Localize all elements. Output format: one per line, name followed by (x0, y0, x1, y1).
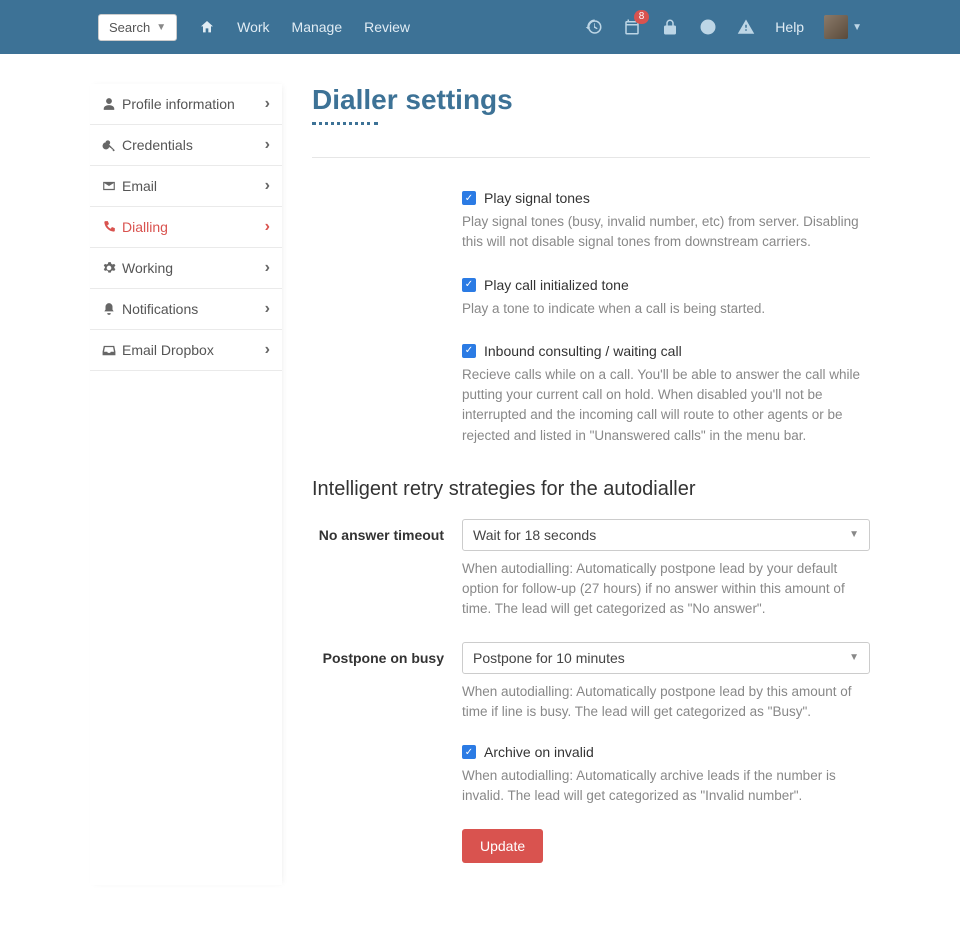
sidebar-item-label: Credentials (122, 137, 193, 153)
inbox-icon (102, 343, 122, 357)
help-text: When autodialling: Automatically postpon… (462, 559, 870, 620)
row-submit: Update (312, 829, 870, 863)
checkbox-label: Inbound consulting / waiting call (484, 343, 682, 359)
caret-down-icon: ▼ (156, 22, 166, 33)
chevron-right-icon: › (265, 136, 270, 154)
sidebar-item-dialling[interactable]: Dialling › (90, 207, 282, 248)
chevron-right-icon: › (265, 177, 270, 195)
select-value: Postpone for 10 minutes (473, 650, 625, 666)
help-text: When autodialling: Automatically archive… (462, 766, 870, 807)
avatar (824, 15, 848, 39)
search-label: Search (109, 20, 150, 35)
bell-icon (102, 302, 122, 316)
sidebar-item-label: Working (122, 260, 173, 276)
sidebar-item-profile[interactable]: Profile information › (90, 84, 282, 125)
help-text: When autodialling: Automatically postpon… (462, 682, 870, 723)
clock-icon[interactable] (699, 18, 717, 36)
secondary-nav: 8 Help ▼ (585, 15, 862, 39)
home-icon[interactable] (199, 19, 215, 35)
nav-review[interactable]: Review (364, 19, 410, 35)
checkbox-archive-invalid[interactable]: ✓ (462, 745, 476, 759)
phone-icon (102, 220, 122, 234)
caret-down-icon: ▼ (849, 529, 859, 540)
help-text: Play a tone to indicate when a call is b… (462, 299, 870, 319)
sidebar-item-credentials[interactable]: Credentials › (90, 125, 282, 166)
sidebar-item-dropbox[interactable]: Email Dropbox › (90, 330, 282, 371)
title-divider (312, 125, 870, 158)
chevron-right-icon: › (265, 218, 270, 236)
update-button[interactable]: Update (462, 829, 543, 863)
caret-down-icon: ▼ (852, 22, 862, 33)
section-heading: Intelligent retry strategies for the aut… (312, 478, 870, 501)
checkbox-inbound[interactable]: ✓ (462, 344, 476, 358)
sidebar-item-email[interactable]: Email › (90, 166, 282, 207)
checkbox-label: Play signal tones (484, 190, 590, 206)
select-value: Wait for 18 seconds (473, 527, 596, 543)
checkbox-label: Play call initialized tone (484, 277, 629, 293)
page-title: Dialler settings (312, 84, 870, 116)
select-no-answer[interactable]: Wait for 18 seconds ▼ (462, 519, 870, 551)
field-init-tone: ✓ Play call initialized tone Play a tone… (462, 277, 870, 319)
user-menu[interactable]: ▼ (824, 15, 862, 39)
top-checkbox-group: ✓ Play signal tones Play signal tones (b… (312, 190, 870, 446)
key-icon (102, 138, 122, 152)
row-no-answer: No answer timeout Wait for 18 seconds ▼ … (312, 519, 870, 620)
settings-sidebar: Profile information › Credentials › Emai… (90, 84, 282, 885)
chevron-right-icon: › (265, 300, 270, 318)
chevron-right-icon: › (265, 341, 270, 359)
lock-icon[interactable] (661, 18, 679, 36)
sidebar-item-label: Profile information (122, 96, 235, 112)
chevron-right-icon: › (265, 95, 270, 113)
nav-manage[interactable]: Manage (292, 19, 343, 35)
nav-help[interactable]: Help (775, 19, 804, 35)
sidebar-item-label: Email (122, 178, 157, 194)
user-icon (102, 97, 122, 111)
checkbox-label: Archive on invalid (484, 744, 594, 760)
nav-work[interactable]: Work (237, 19, 269, 35)
help-text: Play signal tones (busy, invalid number,… (462, 212, 870, 253)
warning-icon[interactable] (737, 18, 755, 36)
sidebar-item-label: Dialling (122, 219, 168, 235)
checkbox-init-tone[interactable]: ✓ (462, 278, 476, 292)
form-label: No answer timeout (312, 519, 462, 543)
form-label: Postpone on busy (312, 642, 462, 666)
primary-nav: Work Manage Review (199, 19, 410, 35)
sidebar-item-label: Notifications (122, 301, 198, 317)
caret-down-icon: ▼ (849, 652, 859, 663)
help-text: Recieve calls while on a call. You'll be… (462, 365, 870, 446)
envelope-icon (102, 179, 122, 193)
top-navigation-bar: Search ▼ Work Manage Review 8 Help ▼ (0, 0, 960, 54)
form-label (312, 744, 462, 752)
sidebar-item-working[interactable]: Working › (90, 248, 282, 289)
history-icon[interactable] (585, 18, 603, 36)
checkbox-signal-tones[interactable]: ✓ (462, 191, 476, 205)
sidebar-item-notifications[interactable]: Notifications › (90, 289, 282, 330)
field-inbound: ✓ Inbound consulting / waiting call Reci… (462, 343, 870, 446)
row-archive-invalid: ✓ Archive on invalid When autodialling: … (312, 744, 870, 807)
select-postpone-busy[interactable]: Postpone for 10 minutes ▼ (462, 642, 870, 674)
sidebar-item-label: Email Dropbox (122, 342, 214, 358)
search-button[interactable]: Search ▼ (98, 14, 177, 41)
chevron-right-icon: › (265, 259, 270, 277)
notification-badge: 8 (634, 10, 650, 24)
main-content: Dialler settings ✓ Play signal tones Pla… (312, 74, 870, 885)
page-container: Profile information › Credentials › Emai… (0, 54, 960, 925)
row-postpone-busy: Postpone on busy Postpone for 10 minutes… (312, 642, 870, 723)
cogs-icon (102, 261, 122, 275)
field-signal-tones: ✓ Play signal tones Play signal tones (b… (462, 190, 870, 253)
calendar-icon[interactable]: 8 (623, 18, 641, 36)
